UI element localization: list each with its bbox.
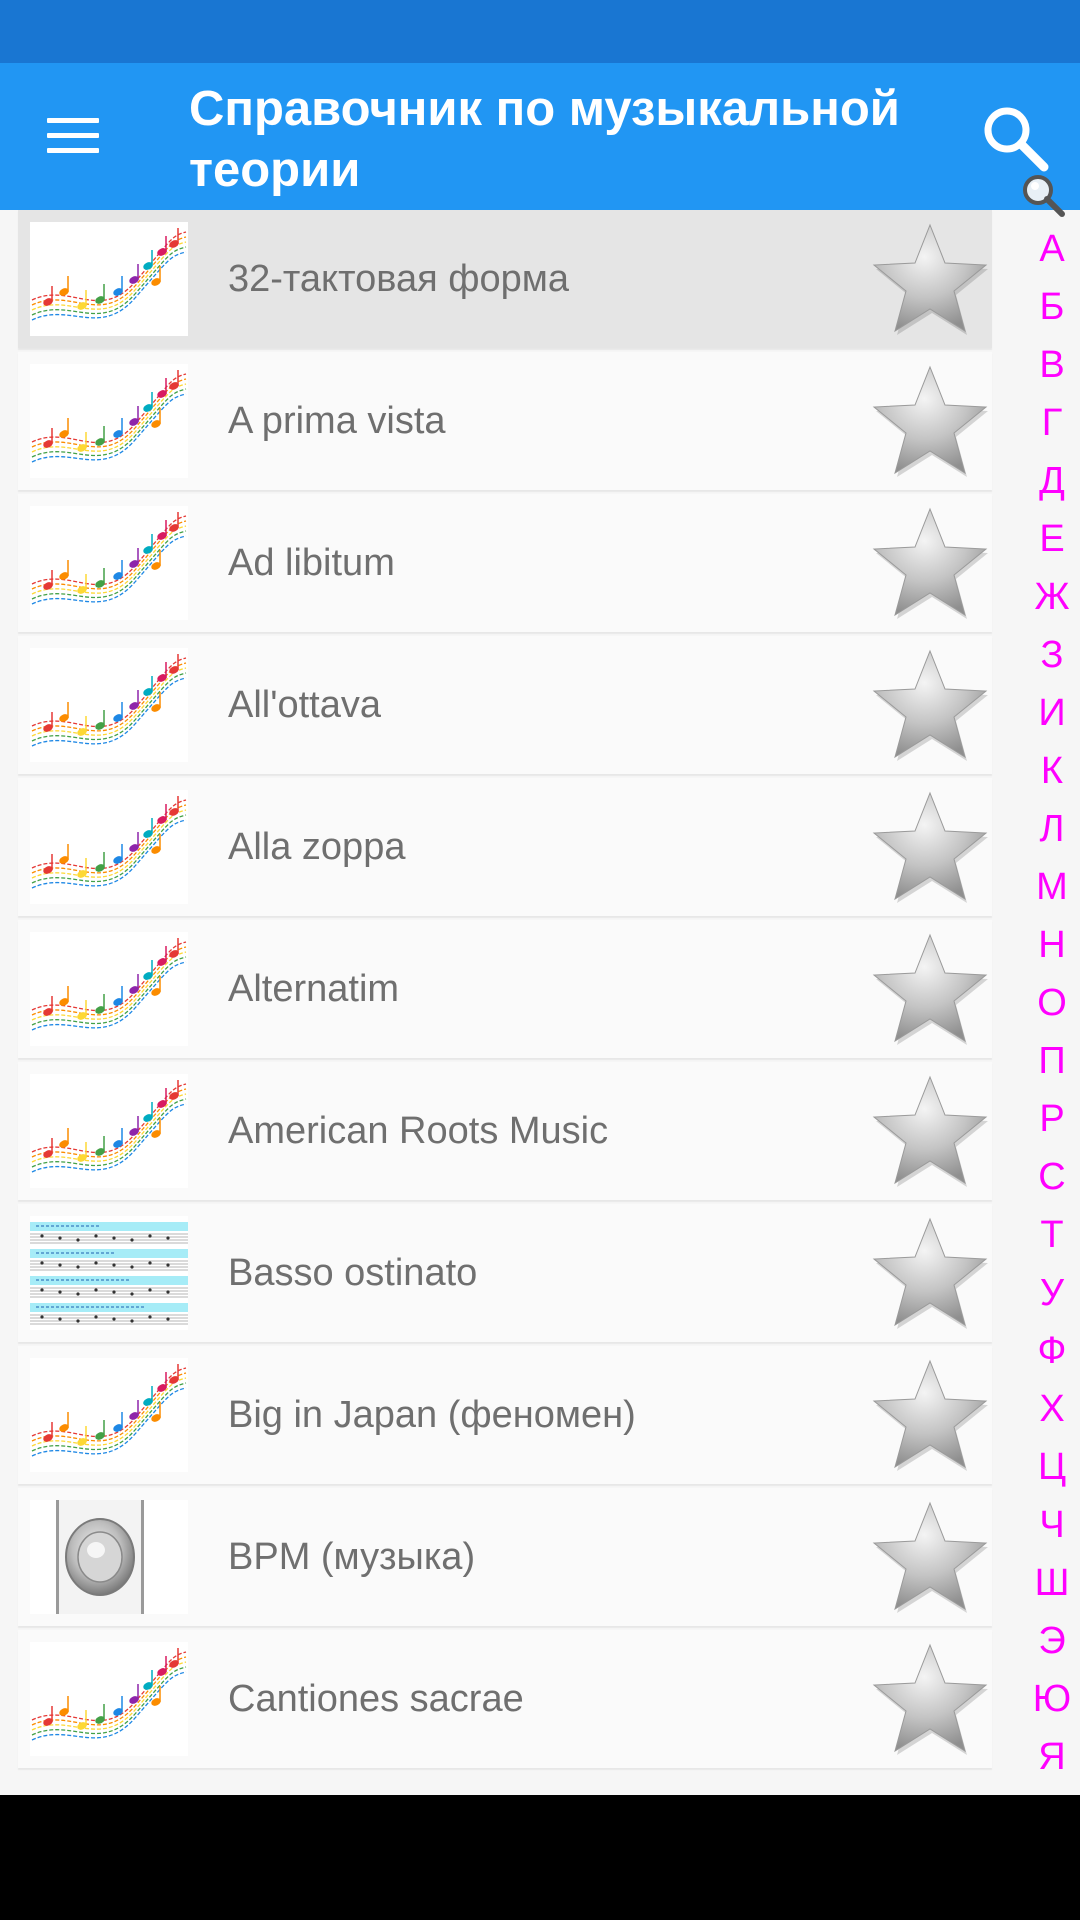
index-letter[interactable]: Я: [1038, 1736, 1065, 1794]
list-item-label: Basso ostinato: [228, 1252, 478, 1294]
index-letter[interactable]: Г: [1042, 402, 1063, 460]
music-notes-thumbnail: [30, 932, 188, 1046]
index-letter[interactable]: Л: [1040, 808, 1065, 866]
index-letter[interactable]: Ц: [1038, 1446, 1066, 1504]
list-item-label: American Roots Music: [228, 1110, 609, 1152]
list-item[interactable]: Alla zoppa: [18, 778, 992, 916]
music-notes-thumbnail: [30, 648, 188, 762]
index-letter[interactable]: Ж: [1034, 576, 1069, 634]
speaker-thumbnail: [30, 1500, 188, 1614]
list-item-label: Alla zoppa: [228, 826, 406, 868]
list-item-label: Alternatim: [228, 968, 400, 1010]
music-notes-thumbnail: [30, 1074, 188, 1188]
star-icon[interactable]: [870, 503, 990, 623]
list-item-label: Ad libitum: [228, 542, 395, 584]
index-letter[interactable]: И: [1038, 692, 1065, 750]
index-letter[interactable]: Э: [1038, 1620, 1065, 1678]
index-letter[interactable]: Х: [1039, 1388, 1064, 1446]
music-notes-thumbnail: [30, 506, 188, 620]
index-letter[interactable]: Н: [1038, 924, 1065, 982]
index-letter[interactable]: Ф: [1038, 1330, 1067, 1388]
list-item[interactable]: Cantiones sacrae: [18, 1630, 992, 1768]
index-letter[interactable]: С: [1038, 1156, 1065, 1214]
list-item-label: BPM (музыка): [228, 1536, 476, 1578]
alphabet-index: АБВГДЕЖЗИКЛМНОПРСТУФХЦЧШЭЮЯ: [1030, 228, 1074, 1794]
star-icon[interactable]: [870, 787, 990, 907]
list-item-label: A prima vista: [228, 400, 446, 442]
list-item-label: Cantiones sacrae: [228, 1678, 524, 1720]
search-icon[interactable]: [980, 103, 1050, 173]
index-letter[interactable]: П: [1038, 1040, 1065, 1098]
star-icon[interactable]: [870, 645, 990, 765]
star-icon[interactable]: [870, 1213, 990, 1333]
index-letter[interactable]: А: [1039, 228, 1064, 286]
status-bar: [0, 0, 1080, 63]
index-letter[interactable]: О: [1037, 982, 1067, 1040]
index-search-icon[interactable]: [1020, 172, 1066, 218]
index-letter[interactable]: З: [1041, 634, 1064, 692]
index-letter[interactable]: В: [1039, 344, 1064, 402]
list-item[interactable]: Alternatim: [18, 920, 992, 1058]
index-letter[interactable]: Ш: [1035, 1562, 1070, 1620]
navigation-bar: [0, 1795, 1080, 1920]
star-icon[interactable]: [870, 219, 990, 339]
music-notes-thumbnail: [30, 1642, 188, 1756]
index-letter[interactable]: К: [1041, 750, 1063, 808]
music-notes-thumbnail: [30, 1358, 188, 1472]
music-notes-thumbnail: [30, 790, 188, 904]
term-list: 32-тактовая форма A prima vista Ad libitum…: [18, 210, 992, 1772]
list-item[interactable]: Basso ostinato: [18, 1204, 992, 1342]
list-item[interactable]: American Roots Music: [18, 1062, 992, 1200]
list-item[interactable]: A prima vista: [18, 352, 992, 490]
list-item-label: 32-тактовая форма: [228, 258, 570, 300]
index-letter[interactable]: Б: [1040, 286, 1065, 344]
star-icon[interactable]: [870, 1355, 990, 1475]
list-item[interactable]: All'ottava: [18, 636, 992, 774]
star-icon[interactable]: [870, 1639, 990, 1759]
list-item[interactable]: 32-тактовая форма: [18, 210, 992, 348]
index-letter[interactable]: Т: [1040, 1214, 1063, 1272]
index-letter[interactable]: У: [1040, 1272, 1064, 1330]
list-item-label: Big in Japan (феномен): [228, 1394, 636, 1436]
index-letter[interactable]: Р: [1039, 1098, 1064, 1156]
list-item[interactable]: Ad libitum: [18, 494, 992, 632]
app-bar: Справочник по музыкальной теории: [0, 63, 1080, 210]
list-item-label: All'ottava: [228, 684, 382, 726]
content-area: 32-тактовая форма A prima vista Ad libitum…: [0, 210, 1080, 1795]
index-letter[interactable]: Д: [1039, 460, 1065, 518]
list-item[interactable]: Big in Japan (феномен): [18, 1346, 992, 1484]
star-icon[interactable]: [870, 1071, 990, 1191]
index-letter[interactable]: Е: [1039, 518, 1064, 576]
index-letter[interactable]: М: [1036, 866, 1068, 924]
list-item[interactable]: BPM (музыка): [18, 1488, 992, 1626]
sheet-music-thumbnail: [30, 1216, 188, 1330]
music-notes-thumbnail: [30, 222, 188, 336]
index-letter[interactable]: Ч: [1039, 1504, 1064, 1562]
star-icon[interactable]: [870, 1497, 990, 1617]
star-icon[interactable]: [870, 929, 990, 1049]
index-letter[interactable]: Ю: [1033, 1678, 1071, 1736]
star-icon[interactable]: [870, 361, 990, 481]
music-notes-thumbnail: [30, 364, 188, 478]
page-title: Справочник по музыкальной теории: [189, 82, 900, 197]
hamburger-menu-icon[interactable]: [47, 118, 99, 154]
